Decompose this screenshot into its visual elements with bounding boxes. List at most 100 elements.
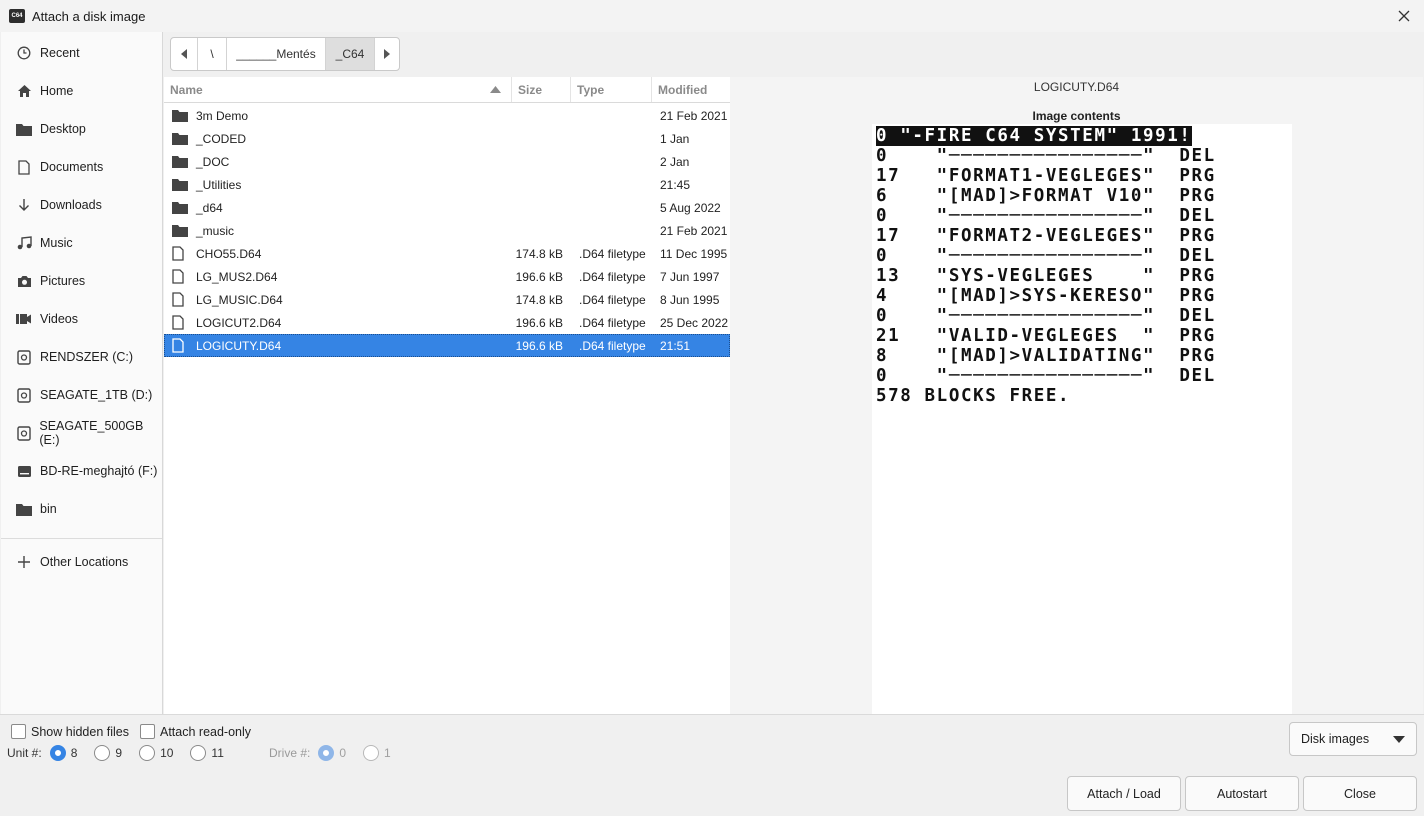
sidebar-item-desktop[interactable]: Desktop: [1, 110, 162, 148]
sidebar-item-home[interactable]: Home: [1, 72, 162, 110]
sidebar-item-label: Other Locations: [40, 555, 129, 569]
sidebar-item-other-locations[interactable]: Other Locations: [1, 543, 162, 581]
file-row[interactable]: _d64 5 Aug 2022: [164, 196, 730, 219]
radio-dot: [139, 745, 156, 761]
directory-entry: 0 "────────────────" DEL: [876, 146, 1216, 166]
file-size: 196.6 kB: [515, 269, 563, 284]
directory-entry: 0 "────────────────" DEL: [876, 206, 1216, 226]
file-name: _DOC: [196, 154, 230, 169]
sidebar-separator: [1, 538, 162, 539]
sidebar-item-recent[interactable]: Recent: [1, 34, 162, 72]
drive-radio-0[interactable]: 0: [318, 745, 346, 761]
autostart-button[interactable]: Autostart: [1185, 776, 1299, 811]
file-name-cell: _Utilities: [164, 177, 512, 193]
sidebar-item-music[interactable]: Music: [1, 224, 162, 262]
column-header-label: Name: [170, 82, 203, 97]
directory-entries: 0 "────────────────" DEL 17 "FORMAT1-VEGL…: [876, 146, 1288, 406]
file-row[interactable]: CHO55.D64 174.8 kB .D64 filetype 11 Dec 199…: [164, 242, 730, 265]
unit-radio-8[interactable]: 8: [49, 745, 77, 761]
camera-icon: [16, 273, 32, 289]
file-type: .D64 filetype: [579, 338, 646, 353]
directory-entry: 17 "FORMAT1-VEGLEGES" PRG: [876, 166, 1216, 186]
column-header-label: Modified: [658, 82, 708, 97]
folder-icon: [172, 131, 188, 147]
dialog-footer: Show hidden files Attach read-only Unit …: [0, 714, 1424, 816]
sidebar-item-drive-c[interactable]: RENDSZER (C:): [1, 338, 162, 376]
folder-icon: [172, 108, 188, 124]
drive-radio-1[interactable]: 1: [363, 745, 391, 761]
file-modified: 21 Feb 2021: [660, 108, 728, 123]
places-sidebar: Recent Home Desktop Documents Downloads …: [1, 32, 163, 714]
unit-radio-10[interactable]: 10: [139, 745, 173, 761]
file-name: _music: [196, 223, 235, 238]
sidebar-item-pictures[interactable]: Pictures: [1, 262, 162, 300]
attach-load-button[interactable]: Attach / Load: [1067, 776, 1181, 811]
drive-icon: [16, 425, 31, 441]
sidebar-item-videos[interactable]: Videos: [1, 300, 162, 338]
path-segment-root[interactable]: \: [198, 38, 227, 70]
sidebar-item-drive-e[interactable]: SEAGATE_500GB (E:): [1, 414, 162, 452]
plus-icon: [16, 554, 32, 570]
file-row[interactable]: LOGICUTY.D64 196.6 kB .D64 filetype 21:51: [164, 334, 730, 357]
path-back-button[interactable]: [171, 38, 198, 70]
file-icon: [172, 246, 188, 262]
sidebar-item-downloads[interactable]: Downloads: [1, 186, 162, 224]
sidebar-item-drive-d[interactable]: SEAGATE_1TB (D:): [1, 376, 162, 414]
file-type: .D64 filetype: [579, 292, 646, 307]
sidebar-item-documents[interactable]: Documents: [1, 148, 162, 186]
radio-label: 9: [115, 746, 123, 760]
directory-entry: 0 "────────────────" DEL: [876, 306, 1216, 326]
folder-icon: [172, 223, 188, 239]
sidebar-item-label: SEAGATE_1TB (D:): [40, 388, 153, 402]
file-modified: 2 Jan: [660, 154, 690, 169]
column-header-type[interactable]: Type: [571, 77, 652, 102]
sidebar-item-drive-f[interactable]: BD-RE-meghajtó (F:): [1, 452, 162, 490]
checkbox-label: Show hidden files: [31, 724, 129, 739]
file-icon: [172, 292, 188, 308]
file-row[interactable]: LG_MUS2.D64 196.6 kB .D64 filetype 7 Jun 19…: [164, 265, 730, 288]
home-icon: [16, 83, 32, 99]
column-header-label: Type: [577, 82, 605, 97]
file-name-cell: CHO55.D64: [164, 246, 512, 262]
file-row[interactable]: _CODED 1 Jan: [164, 127, 730, 150]
path-segment-mentes[interactable]: ______Mentés: [227, 38, 326, 70]
column-header-modified[interactable]: Modified: [652, 77, 730, 102]
file-row[interactable]: _Utilities 21:45: [164, 173, 730, 196]
column-header-label: Size: [518, 82, 543, 97]
window-title: Attach a disk image: [32, 8, 146, 24]
unit-radio-11[interactable]: 11: [190, 745, 224, 761]
directory-entry: 13 "SYS-VEGLEGES " PRG: [876, 266, 1216, 286]
radio-label: 11: [211, 746, 224, 760]
file-row[interactable]: 3m Demo 21 Feb 2021: [164, 104, 730, 127]
window-close-icon[interactable]: [1392, 4, 1416, 28]
download-icon: [16, 197, 32, 213]
column-header-size[interactable]: Size: [512, 77, 571, 102]
path-segment-c64[interactable]: _C64: [326, 38, 375, 70]
file-row[interactable]: LOGICUT2.D64 196.6 kB .D64 filetype 25 Dec …: [164, 311, 730, 334]
column-header-name[interactable]: Name: [164, 77, 512, 102]
sidebar-item-label: Videos: [40, 312, 78, 326]
file-modified: 11 Dec 1995: [660, 246, 728, 261]
directory-entry: 0 "────────────────" DEL: [876, 366, 1216, 386]
file-row[interactable]: _music 21 Feb 2021: [164, 219, 730, 242]
path-forward-button[interactable]: [375, 38, 399, 70]
file-filter-dropdown[interactable]: Disk images: [1289, 722, 1417, 756]
file-type: .D64 filetype: [579, 246, 646, 261]
show-hidden-checkbox[interactable]: Show hidden files: [11, 724, 129, 739]
file-modified: 21:51: [660, 338, 691, 353]
file-name: _CODED: [196, 131, 247, 146]
sidebar-item-label: SEAGATE_500GB (E:): [39, 419, 144, 447]
unit-radio-9[interactable]: 9: [94, 745, 122, 761]
drive-label: Drive #:: [269, 746, 311, 760]
file-row[interactable]: _DOC 2 Jan: [164, 150, 730, 173]
optical-drive-icon: [16, 463, 32, 479]
folder-icon: [16, 501, 32, 517]
attach-readonly-checkbox[interactable]: Attach read-only: [140, 724, 251, 739]
directory-entry: 6 "[MAD]>FORMAT V10" PRG: [876, 186, 1216, 206]
chevron-right-icon: [384, 49, 390, 59]
sidebar-item-bin[interactable]: bin: [1, 490, 162, 528]
file-row[interactable]: LG_MUSIC.D64 174.8 kB .D64 filetype 8 Jun 1…: [164, 288, 730, 311]
sidebar-item-label: Home: [40, 84, 74, 98]
close-button[interactable]: Close: [1303, 776, 1417, 811]
directory-header: 0 "-FIRE C64 SYSTEM" 1991!: [876, 126, 1192, 146]
